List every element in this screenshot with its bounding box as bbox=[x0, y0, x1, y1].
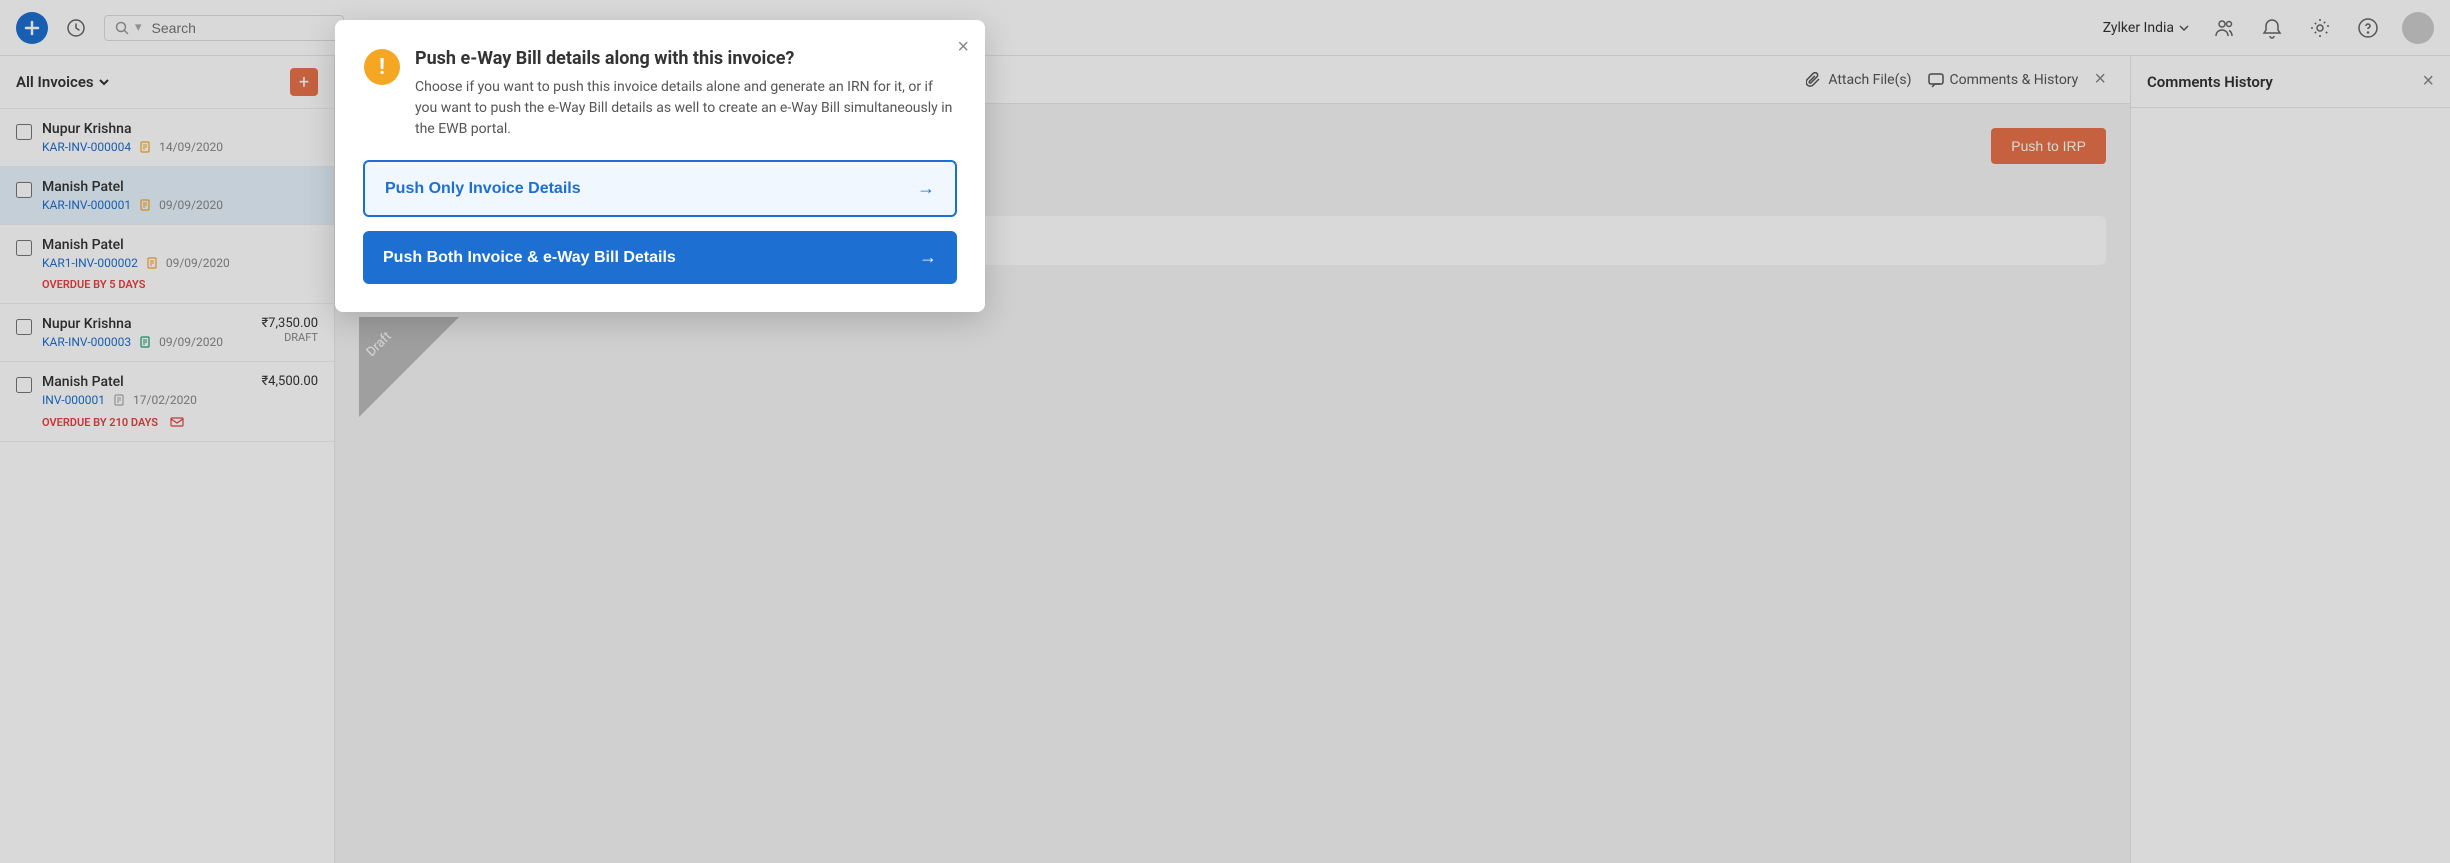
modal-description: Choose if you want to push this invoice … bbox=[415, 77, 957, 140]
warning-icon: ! bbox=[363, 48, 401, 86]
arrow-icon-outline: → bbox=[917, 178, 935, 199]
push-eway-modal: × ! Push e-Way Bill details along with t… bbox=[335, 20, 985, 312]
svg-text:!: ! bbox=[379, 55, 385, 80]
app-container: ▾ Zylker India bbox=[0, 0, 2450, 863]
modal-close-button[interactable]: × bbox=[957, 36, 969, 59]
modal-header: ! Push e-Way Bill details along with thi… bbox=[363, 48, 957, 140]
modal-overlay: × ! Push e-Way Bill details along with t… bbox=[0, 0, 2450, 863]
push-both-button[interactable]: Push Both Invoice & e-Way Bill Details → bbox=[363, 231, 957, 284]
push-invoice-only-button[interactable]: Push Only Invoice Details → bbox=[363, 160, 957, 217]
modal-text: Push e-Way Bill details along with this … bbox=[415, 48, 957, 140]
modal-title: Push e-Way Bill details along with this … bbox=[415, 48, 957, 69]
arrow-icon-filled: → bbox=[919, 247, 937, 268]
